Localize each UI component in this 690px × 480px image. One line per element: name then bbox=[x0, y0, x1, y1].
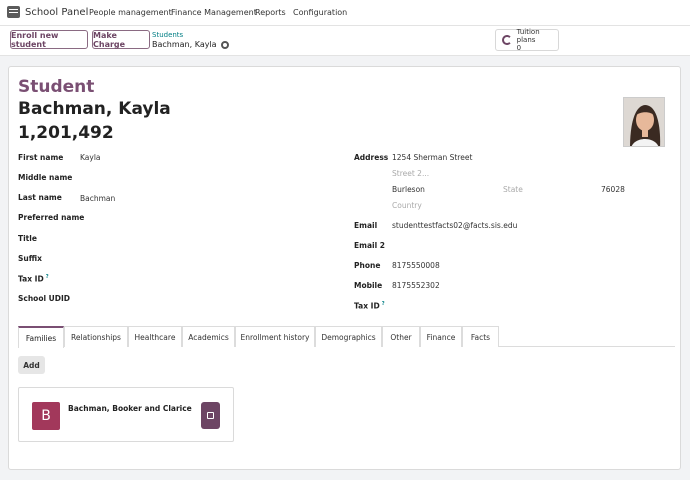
top-navbar: School Panel People management Finance M… bbox=[0, 0, 690, 26]
mobile-field[interactable]: 8175552302 bbox=[392, 281, 440, 290]
enroll-new-student-button[interactable]: Enroll new student bbox=[10, 30, 88, 49]
tax-id-right-label-text: Tax ID bbox=[354, 301, 380, 311]
tab-facts[interactable]: Facts bbox=[462, 326, 499, 347]
tab-healthcare[interactable]: Healthcare bbox=[128, 326, 182, 347]
family-name: Bachman, Booker and Clarice bbox=[68, 404, 192, 413]
student-name[interactable]: Bachman, Kayla bbox=[18, 99, 171, 119]
middle-name-label: Middle name bbox=[18, 173, 73, 182]
first-name-field[interactable]: Kayla bbox=[80, 153, 101, 162]
last-name-label: Last name bbox=[18, 193, 62, 202]
school-udid-label: School UDID bbox=[18, 294, 71, 303]
tab-families[interactable]: Families bbox=[18, 326, 64, 348]
tab-relationships[interactable]: Relationships bbox=[64, 326, 128, 347]
email2-label: Email 2 bbox=[354, 241, 385, 250]
app-brand[interactable]: School Panel bbox=[25, 7, 88, 18]
breadcrumb-students-link[interactable]: Students bbox=[152, 31, 183, 39]
tax-id-label-text: Tax ID bbox=[18, 274, 44, 284]
make-charge-button[interactable]: Make Charge bbox=[92, 30, 150, 49]
tab-enrollment-history[interactable]: Enrollment history bbox=[235, 326, 315, 347]
student-id[interactable]: 1,201,492 bbox=[18, 123, 114, 143]
city-field[interactable]: Burleson bbox=[392, 185, 425, 194]
zip-field[interactable]: 76028 bbox=[601, 185, 625, 194]
help-tooltip-icon[interactable]: ? bbox=[46, 274, 49, 280]
add-family-button[interactable]: Add bbox=[18, 356, 45, 374]
help-tooltip-icon[interactable]: ? bbox=[382, 301, 385, 307]
suffix-label: Suffix bbox=[18, 254, 42, 263]
tuition-plans-count: 0 bbox=[516, 44, 522, 52]
student-portrait-image bbox=[624, 98, 664, 146]
nav-people-management[interactable]: People management bbox=[89, 8, 172, 17]
tab-finance[interactable]: Finance bbox=[420, 326, 462, 347]
record-type-title: Student bbox=[18, 77, 95, 97]
breadcrumb-current: Bachman, Kayla bbox=[152, 40, 229, 49]
nav-finance-management[interactable]: Finance Management bbox=[171, 8, 257, 17]
tuition-plans-label: Tuition plans bbox=[516, 28, 540, 44]
tab-demographics[interactable]: Demographics bbox=[315, 326, 382, 347]
title-label: Title bbox=[18, 234, 37, 243]
state-field[interactable]: State bbox=[503, 185, 523, 194]
control-panel: Enroll new student Make Charge Students … bbox=[0, 26, 690, 56]
country-field[interactable]: Country bbox=[392, 201, 422, 210]
family-avatar: B bbox=[32, 402, 60, 430]
email-field[interactable]: studenttestfacts02@facts.sis.edu bbox=[392, 221, 517, 230]
notebook-tabs: Families Relationships Healthcare Academ… bbox=[18, 326, 675, 348]
family-card[interactable]: B Bachman, Booker and Clarice bbox=[18, 387, 234, 442]
tax-id-label: Tax ID? bbox=[18, 274, 49, 284]
phone-field[interactable]: 8175550008 bbox=[392, 261, 440, 270]
last-name-field[interactable]: Bachman bbox=[80, 194, 115, 203]
first-name-label: First name bbox=[18, 153, 64, 162]
student-form-sheet: Student Bachman, Kayla 1,201,492 First n… bbox=[8, 66, 681, 470]
nav-reports[interactable]: Reports bbox=[255, 8, 286, 17]
nav-configuration[interactable]: Configuration bbox=[293, 8, 347, 17]
gear-icon[interactable] bbox=[220, 40, 229, 49]
tuition-plans-button[interactable]: Tuition plans 0 bbox=[495, 28, 559, 52]
street-field[interactable]: 1254 Sherman Street bbox=[392, 153, 472, 162]
tax-id-right-label: Tax ID? bbox=[354, 301, 385, 311]
address-label: Address bbox=[354, 153, 389, 162]
student-photo[interactable] bbox=[623, 97, 665, 147]
email-label: Email bbox=[354, 221, 378, 230]
preferred-name-label: Preferred name bbox=[18, 213, 85, 222]
breadcrumb-current-label: Bachman, Kayla bbox=[152, 40, 217, 49]
refresh-icon bbox=[502, 35, 512, 45]
tab-other[interactable]: Other bbox=[382, 326, 420, 347]
phone-label: Phone bbox=[354, 261, 381, 270]
tab-academics[interactable]: Academics bbox=[182, 326, 235, 347]
external-link-icon bbox=[207, 412, 214, 419]
mobile-label: Mobile bbox=[354, 281, 383, 290]
street2-field[interactable]: Street 2... bbox=[392, 169, 429, 178]
apps-menu-icon[interactable] bbox=[7, 6, 20, 18]
open-family-button[interactable] bbox=[201, 402, 220, 429]
